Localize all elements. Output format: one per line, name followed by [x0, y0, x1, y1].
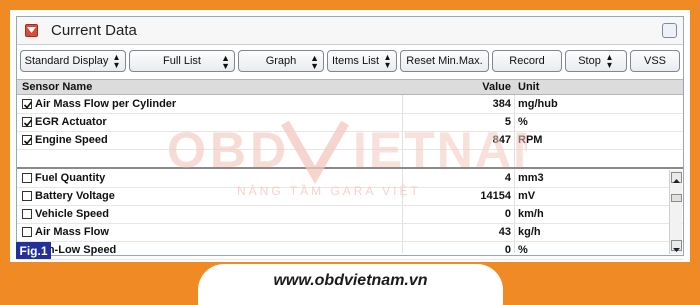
- sensor-value-cell: 4: [504, 172, 511, 184]
- sensor-unit-cell: mg/hub: [518, 98, 558, 110]
- table-row[interactable]: Fan-Low Speed 0%: [17, 242, 683, 260]
- table-row[interactable]: Vehicle Speed 0 km/h: [17, 206, 683, 224]
- sensor-value-cell: 5: [504, 116, 511, 128]
- sensor-value-cell: 0: [504, 244, 511, 256]
- window-menu-icon[interactable]: [25, 24, 38, 37]
- list-mode-select[interactable]: Full List ▲ ▼: [129, 50, 235, 72]
- website-url[interactable]: www.obdvietnam.vn: [198, 272, 503, 290]
- sensor-unit-cell: %: [518, 116, 528, 128]
- scroll-up-icon[interactable]: [671, 172, 682, 183]
- sensor-unit-cell: kg/h: [518, 226, 541, 238]
- sensor-table: Sensor Name Value Unit Air Mass Flow per…: [17, 79, 683, 260]
- checked-checkbox[interactable]: [22, 99, 33, 109]
- sensor-name-cell: Air Mass Flow: [35, 226, 109, 238]
- sensor-name-cell: EGR Actuator: [35, 116, 107, 128]
- sensor-value-cell: 43: [498, 226, 511, 238]
- figure-label: Fig.1: [16, 242, 51, 259]
- unchecked-checkbox[interactable]: [22, 191, 32, 201]
- sensor-value-cell: 14154: [480, 190, 511, 202]
- items-list-select[interactable]: Items List ▲ ▼: [327, 50, 397, 72]
- header-unit: Unit: [518, 81, 540, 93]
- sensor-name-cell: Fuel Quantity: [35, 172, 106, 184]
- table-row[interactable]: Air Mass Flow 43 kg/h: [17, 224, 683, 242]
- sensor-unit-cell: km/h: [518, 208, 544, 220]
- reset-label: Reset Min.Max.: [406, 55, 483, 67]
- table-row[interactable]: EGR Actuator 5%: [17, 114, 683, 132]
- checked-checkbox[interactable]: [22, 117, 33, 127]
- sensor-name-cell: Air Mass Flow per Cylinder: [35, 98, 177, 110]
- footer-tab: www.obdvietnam.vn: [198, 264, 503, 305]
- header-value: Value: [482, 81, 511, 93]
- stop-label: Stop: [578, 55, 601, 67]
- unchecked-checkbox[interactable]: [22, 209, 32, 219]
- spin-icon: ▲ ▼: [112, 52, 121, 70]
- scroll-down-icon[interactable]: [671, 240, 682, 252]
- header-sensor-name: Sensor Name: [22, 81, 93, 93]
- sensor-name-cell: Vehicle Speed: [35, 208, 109, 220]
- scroll-thumb[interactable]: [671, 194, 682, 202]
- table-row[interactable]: Air Mass Flow per Cylinder 384 mg/hub: [17, 96, 683, 114]
- content-frame: Current Data Standard Display ▲ ▼ Full Li…: [10, 10, 690, 262]
- display-mode-select[interactable]: Standard Display ▲ ▼: [20, 50, 126, 72]
- sensor-name-cell: Engine Speed: [35, 134, 108, 146]
- table-row[interactable]: Engine Speed 847 RPM: [17, 132, 683, 150]
- spin-icon: ▲ ▼: [383, 52, 392, 70]
- vss-label: VSS: [643, 55, 666, 67]
- list-mode-label: Full List: [163, 55, 201, 67]
- record-button[interactable]: Record: [492, 50, 562, 72]
- current-data-window: Current Data Standard Display ▲ ▼ Full Li…: [16, 16, 684, 260]
- sensor-unit-cell: mV: [518, 190, 536, 202]
- sensor-unit-cell: %: [518, 244, 528, 256]
- vertical-scrollbar[interactable]: [669, 170, 682, 254]
- view-mode-label: Graph: [265, 55, 297, 67]
- spin-icon: ▲ ▼: [221, 53, 230, 71]
- checked-checkbox[interactable]: [22, 135, 33, 145]
- record-label: Record: [509, 55, 545, 67]
- unchecked-checkbox[interactable]: [22, 227, 32, 237]
- display-mode-label: Standard Display: [24, 55, 109, 67]
- sensor-value-cell: 847: [492, 134, 511, 146]
- window-titlebar: Current Data: [17, 17, 683, 45]
- spin-icon: ▲ ▼: [310, 53, 319, 71]
- toolbar: Standard Display ▲ ▼ Full List ▲ ▼ Graph ▲…: [17, 50, 683, 74]
- window-close-icon[interactable]: [662, 23, 677, 38]
- sensor-value-cell: 384: [492, 98, 511, 110]
- pinned-rows-divider[interactable]: [17, 167, 683, 169]
- table-row[interactable]: Battery Voltage 14154 mV: [17, 188, 683, 206]
- table-row[interactable]: Fuel Quantity 4 mm3: [17, 170, 683, 188]
- sensor-name-cell: Battery Voltage: [35, 190, 115, 202]
- view-mode-select[interactable]: Graph ▲ ▼: [238, 50, 324, 72]
- vss-button[interactable]: VSS: [630, 50, 680, 72]
- sensor-value-cell: 0: [504, 208, 511, 220]
- window-title: Current Data: [51, 22, 137, 39]
- spin-icon: ▲ ▼: [605, 52, 614, 70]
- reset-min-max-button[interactable]: Reset Min.Max.: [400, 50, 489, 72]
- stop-select[interactable]: Stop ▲ ▼: [565, 50, 627, 72]
- unchecked-checkbox[interactable]: [22, 173, 32, 183]
- table-header: Sensor Name Value Unit: [17, 79, 683, 95]
- items-list-label: Items List: [332, 55, 380, 67]
- sensor-unit-cell: RPM: [518, 134, 543, 146]
- sensor-unit-cell: mm3: [518, 172, 544, 184]
